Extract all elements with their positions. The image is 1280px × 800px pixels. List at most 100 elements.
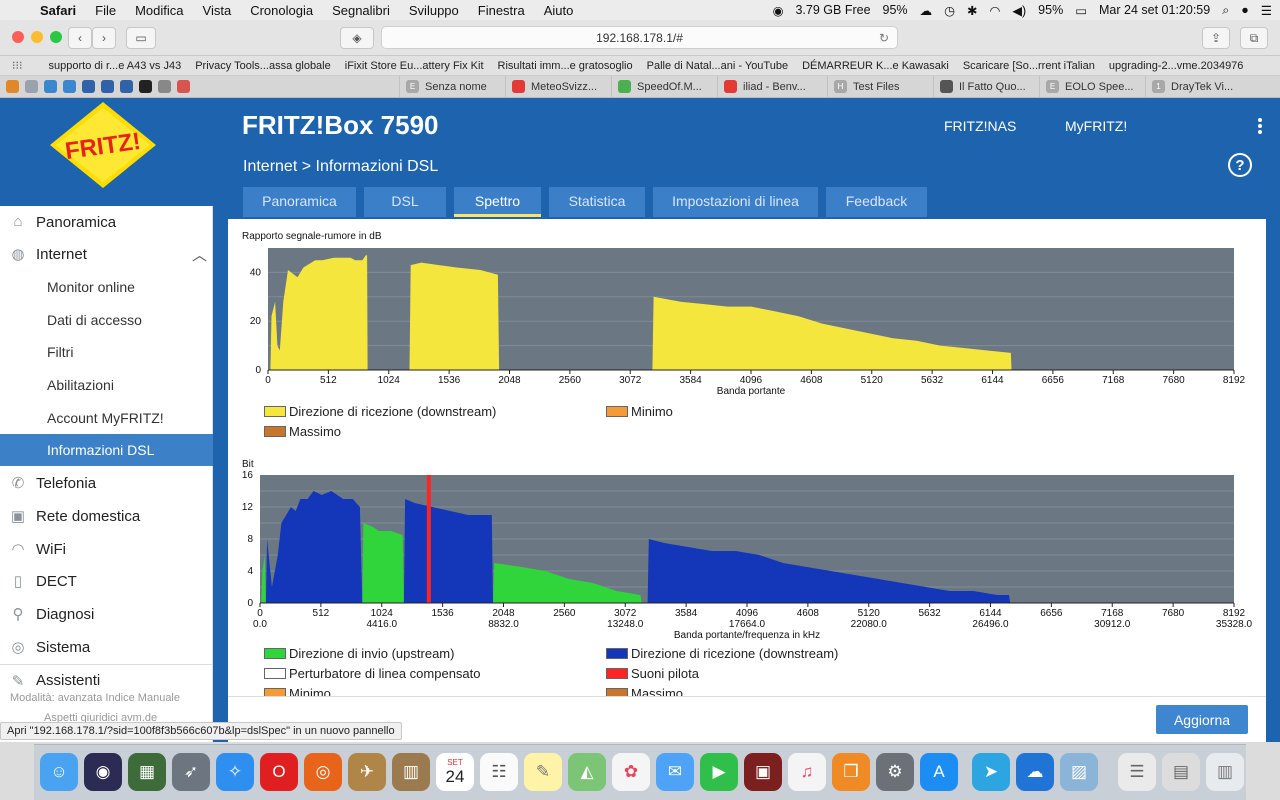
menu-sviluppo[interactable]: Sviluppo <box>409 3 459 18</box>
downloads-stack-icon[interactable]: ▤ <box>1162 753 1200 791</box>
wifi-status-icon[interactable]: ◠ <box>989 3 1000 18</box>
memory-free[interactable]: 3.79 GB Free <box>795 3 870 17</box>
maps-icon[interactable]: ◭ <box>568 753 606 791</box>
menu-modifica[interactable]: Modifica <box>135 3 183 18</box>
aggiorna-button[interactable]: Aggiorna <box>1156 705 1248 734</box>
cloud-icon[interactable]: ☁ <box>920 3 933 18</box>
tab[interactable]: E EOLO Spee... <box>1040 76 1146 97</box>
sidebar-item-telefonia[interactable]: ✆ Telefonia <box>0 467 213 499</box>
activity-icon[interactable]: ▦ <box>128 753 166 791</box>
menu-cronologia[interactable]: Cronologia <box>250 3 313 18</box>
bookmark[interactable]: upgrading-2...vme.2034976 <box>1109 60 1244 72</box>
books-icon[interactable]: ❒ <box>832 753 870 791</box>
photos-icon[interactable]: ✿ <box>612 753 650 791</box>
tab-dsl[interactable]: DSL <box>364 187 446 217</box>
tab[interactable]: iliad - Benv... <box>718 76 828 97</box>
favicon-icon[interactable] <box>158 80 171 93</box>
sidebar-subitem-filtri[interactable]: Filtri <box>0 336 213 368</box>
favicon-icon[interactable] <box>6 80 19 93</box>
photo-booth-icon[interactable]: ▣ <box>744 753 782 791</box>
menu-file[interactable]: File <box>95 3 116 18</box>
address-bar[interactable]: 192.168.178.1/# ↻ <box>381 26 898 49</box>
tab-feedback[interactable]: Feedback <box>826 187 927 217</box>
document-icon[interactable]: ☰ <box>1118 753 1156 791</box>
app-store-icon[interactable]: A <box>920 753 958 791</box>
myfritz-link[interactable]: MyFRITZ! <box>1065 118 1127 134</box>
fritznas-link[interactable]: FRITZ!NAS <box>944 118 1016 134</box>
tabs-overview-button[interactable]: ⧉ <box>1240 27 1268 49</box>
sidebar-footer[interactable]: Modalità: avanzata Indice Manuale <box>10 692 180 704</box>
favicon-icon[interactable] <box>63 80 76 93</box>
bookmark[interactable]: supporto di r...e A43 vs J43 <box>49 60 182 72</box>
bookmark[interactable]: Risultati imm...e gratosoglio <box>498 60 633 72</box>
notes-icon[interactable]: ✎ <box>524 753 562 791</box>
favicon-icon[interactable] <box>25 80 38 93</box>
grid-icon[interactable]: ⁝⁝⁝ <box>12 59 23 72</box>
zoom-window-button[interactable] <box>50 31 62 43</box>
bird-app-icon[interactable]: ✈ <box>348 753 386 791</box>
messages-icon[interactable]: ✉ <box>656 753 694 791</box>
safari-icon[interactable]: ✧ <box>216 753 254 791</box>
bluetooth-icon[interactable]: ✱ <box>967 3 977 18</box>
opera-icon[interactable]: O <box>260 753 298 791</box>
spotlight-icon[interactable]: ⌕ <box>1222 3 1229 18</box>
sidebar-item-rete-domestica[interactable]: ▣ Rete domestica <box>0 500 213 532</box>
sidebar-subitem-account-myfritz[interactable]: Account MyFRITZ! <box>0 402 213 434</box>
tab[interactable]: MeteoSvizz... <box>506 76 612 97</box>
trash-icon[interactable]: ▥ <box>1206 753 1244 791</box>
forward-button[interactable]: › <box>92 27 116 49</box>
battery-icon[interactable]: ▭ <box>1075 3 1087 18</box>
help-icon[interactable]: ? <box>1228 153 1252 177</box>
favicon-icon[interactable] <box>177 80 190 93</box>
tab-panoramica[interactable]: Panoramica <box>243 187 356 217</box>
pinned-tabs[interactable] <box>0 76 400 97</box>
sidebar-item-diagnosi[interactable]: ⚲ Diagnosi <box>0 598 213 630</box>
clock[interactable]: Mar 24 set 01:20:59 <box>1099 3 1210 17</box>
reload-icon[interactable]: ↻ <box>879 31 889 45</box>
finder-icon[interactable]: ☺ <box>40 753 78 791</box>
facetime-icon[interactable]: ▶ <box>700 753 738 791</box>
tab-spettro[interactable]: Spettro <box>454 187 541 217</box>
battery-percent[interactable]: 95% <box>1038 3 1063 17</box>
bookmark[interactable]: DÉMARREUR K...e Kawasaki <box>802 60 949 72</box>
menu-aiuto[interactable]: Aiuto <box>544 3 574 18</box>
siri-icon[interactable]: ● <box>1241 3 1249 17</box>
share-button[interactable]: ⇪ <box>1202 27 1230 49</box>
tab[interactable]: H Test Files <box>828 76 934 97</box>
favicon-icon[interactable] <box>120 80 133 93</box>
sidebar-item-internet[interactable]: ◍ Internet ︿ <box>0 238 213 270</box>
favicon-icon[interactable] <box>101 80 114 93</box>
cpu-usage[interactable]: 95% <box>883 3 908 17</box>
fritz-logo[interactable]: FRITZ! <box>50 102 156 188</box>
telegram-icon[interactable]: ➤ <box>972 753 1010 791</box>
contacts-icon[interactable]: ▥ <box>392 753 430 791</box>
calendar-icon[interactable]: SET 24 <box>436 753 474 791</box>
chevron-up-icon[interactable]: ︿ <box>192 244 207 265</box>
bookmark[interactable]: Scaricare [So...rrent iTalian <box>963 60 1095 72</box>
sidebar-subitem-abilitazioni[interactable]: Abilitazioni <box>0 369 213 401</box>
minimize-window-button[interactable] <box>31 31 43 43</box>
tab[interactable]: E Senza nome <box>400 76 506 97</box>
system-preferences-icon[interactable]: ⚙ <box>876 753 914 791</box>
sidebar-item-dect[interactable]: ▯ DECT <box>0 565 213 597</box>
sidebar-item-sistema[interactable]: ◎ Sistema <box>0 631 213 663</box>
sidebar-subitem-dati-di-accesso[interactable]: Dati di accesso <box>0 304 213 336</box>
sidebar-item-panoramica[interactable]: ⌂ Panoramica <box>0 206 213 238</box>
sidebar-item-wifi[interactable]: ◠ WiFi <box>0 533 213 565</box>
preview-icon[interactable]: ▨ <box>1060 753 1098 791</box>
sidebar-subitem-monitor-online[interactable]: Monitor online <box>0 271 213 303</box>
launchpad-icon[interactable]: ➶ <box>172 753 210 791</box>
bookmark[interactable]: iFixit Store Eu...attery Fix Kit <box>345 60 484 72</box>
more-options-icon[interactable] <box>1258 118 1264 134</box>
tab[interactable]: Il Fatto Quo... <box>934 76 1040 97</box>
favicon-icon[interactable] <box>82 80 95 93</box>
close-window-button[interactable] <box>12 31 24 43</box>
shield-icon[interactable]: ◈ <box>340 27 374 49</box>
menu-safari[interactable]: Safari <box>40 3 76 18</box>
sidebar-toggle-button[interactable]: ▭ <box>126 27 156 49</box>
tab-statistica[interactable]: Statistica <box>549 187 645 217</box>
tab[interactable]: 1 DrayTek Vi... <box>1146 76 1252 97</box>
bookmark[interactable]: Palle di Natal...ani - YouTube <box>647 60 788 72</box>
onedrive-icon[interactable]: ☁ <box>1016 753 1054 791</box>
menu-vista[interactable]: Vista <box>203 3 232 18</box>
